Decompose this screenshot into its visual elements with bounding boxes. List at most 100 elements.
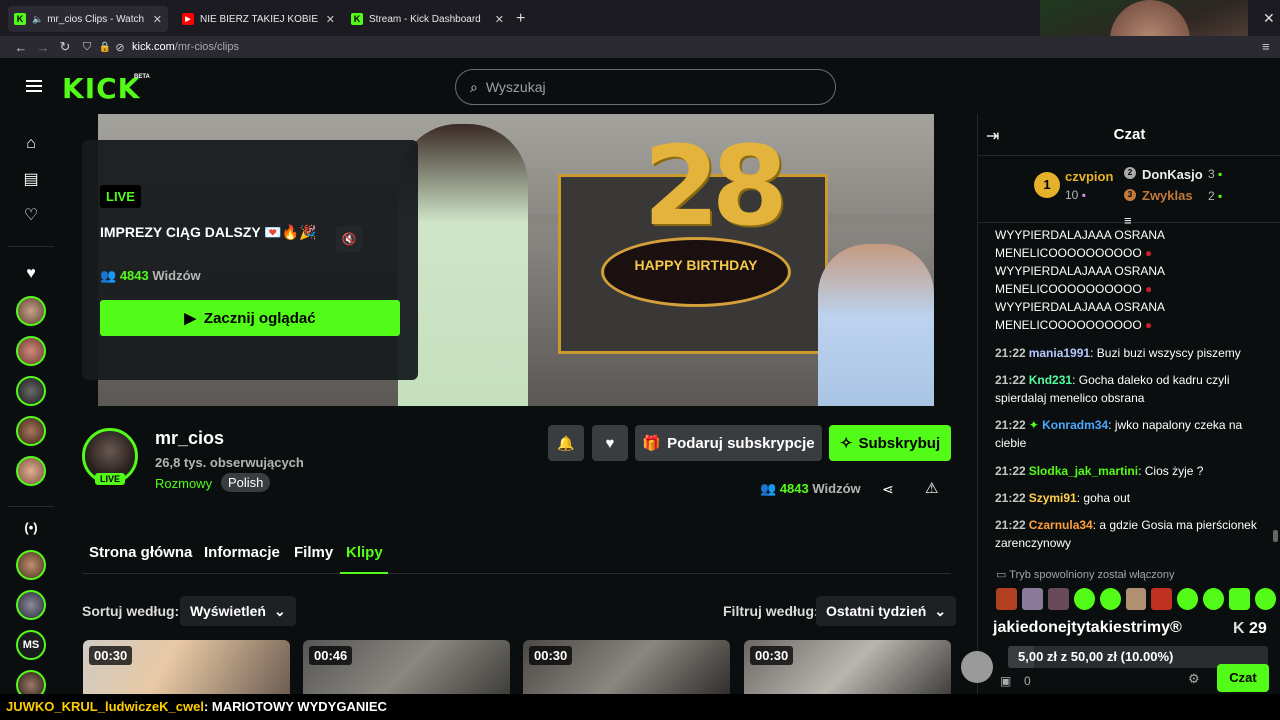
emote-icon[interactable]	[1099, 588, 1121, 610]
followed-channel-avatar[interactable]	[16, 456, 46, 486]
kick-favicon-icon: K	[14, 13, 26, 25]
emote-icon[interactable]	[1151, 588, 1173, 610]
recommended-channel-avatar[interactable]	[16, 550, 46, 580]
chat-line: WYYPIERDALAJAAA OSRANA	[995, 264, 1166, 278]
mute-icon[interactable]: 🔇	[336, 226, 362, 252]
browser-tab-youtube[interactable]: ▶ NIE BIERZ TAKIEJ KOBIETY - YouTube ✕	[176, 6, 341, 32]
top-gifter-name[interactable]: czvpion	[1065, 169, 1113, 184]
new-tab-button[interactable]: +	[516, 10, 525, 28]
emote-icon[interactable]	[1255, 588, 1276, 610]
tab-clips[interactable]: Klipy	[346, 544, 383, 561]
divider	[978, 155, 1280, 156]
followers-count: 26,8 tys. obserwujących	[155, 455, 304, 470]
clip-card[interactable]: 00:46	[303, 640, 510, 700]
chat-scrollbar[interactable]	[1273, 530, 1278, 542]
hamburger-menu-icon[interactable]	[26, 80, 42, 92]
viewers-icon: 👥	[100, 268, 117, 283]
emote-icon[interactable]	[1073, 588, 1095, 610]
filter-label: Filtruj według:	[723, 603, 819, 619]
followed-channel-avatar[interactable]	[16, 336, 46, 366]
followed-channel-avatar[interactable]	[16, 296, 46, 326]
browser-tab-dashboard[interactable]: K Stream - Kick Dashboard ✕	[345, 6, 510, 32]
emote-icon[interactable]	[1047, 588, 1069, 610]
tab-info[interactable]: Informacje	[204, 544, 280, 561]
gift-icon: 🎁	[642, 435, 662, 452]
forward-icon[interactable]: →	[32, 40, 54, 55]
browser-tab-clips[interactable]: K 🔈 mr_cios Clips - Watch Live on Kick ✕	[8, 6, 168, 32]
filter-dropdown[interactable]: Ostatni tydzień ⌄	[816, 596, 957, 626]
chat-line: MENELICOOOOOOOOOO ●	[995, 246, 1153, 260]
close-tab-icon[interactable]: ✕	[153, 13, 162, 26]
report-icon[interactable]: ⚠	[925, 479, 938, 497]
tab-home[interactable]: Strona główna	[89, 544, 192, 561]
gift-icon: ▪	[1218, 167, 1223, 181]
home-icon[interactable]: ⌂	[19, 132, 43, 156]
message-user[interactable]: Szymi91	[1029, 491, 1077, 505]
chevron-down-icon: ⌄	[274, 602, 286, 619]
url-domain[interactable]: kick.com	[132, 41, 175, 53]
recommended-channel-avatar[interactable]: MS	[16, 630, 46, 660]
browse-icon[interactable]: ▤	[19, 168, 43, 192]
following-icon[interactable]: ♡	[19, 204, 43, 228]
tab-videos[interactable]: Filmy	[294, 544, 333, 561]
gift-subscription-button[interactable]: 🎁 Podaruj subskrypcje	[635, 425, 822, 461]
chevron-down-icon: ⌄	[934, 602, 947, 619]
chat-message: 21:22 Knd231: Gocha daleko od kadru czyli…	[995, 373, 1230, 405]
message-user[interactable]: Konradm34	[1042, 418, 1108, 432]
reload-icon[interactable]: ↻	[54, 39, 76, 55]
subscribe-button[interactable]: ✧ Subskrybuj	[829, 425, 951, 461]
kick-logo[interactable]: KICK	[62, 72, 140, 105]
chat-send-button[interactable]: Czat	[1217, 664, 1269, 692]
close-tab-icon[interactable]: ✕	[326, 13, 335, 26]
followed-channel-avatar[interactable]	[16, 416, 46, 446]
follow-button[interactable]: ♥	[592, 425, 628, 461]
tracking-off-icon: ⊘	[115, 41, 125, 54]
shield-icon[interactable]: ⛉	[76, 41, 98, 54]
emote-icon[interactable]	[1125, 588, 1147, 610]
settings-icon[interactable]: ⚙	[1188, 671, 1200, 687]
divider	[8, 506, 54, 507]
sort-dropdown[interactable]: Wyświetleń ⌄	[180, 596, 296, 626]
clip-duration: 00:30	[529, 646, 573, 665]
viewers-number: 4843	[779, 481, 809, 496]
message-user[interactable]: mania1991	[1029, 346, 1090, 360]
viewers-number: 4843	[119, 268, 149, 283]
chat-panel: ⇥ Czat 1 czvpion 10 ▪ 2 DonKasjo 3 ▪ 3 Z…	[961, 114, 1280, 704]
followed-channel-avatar[interactable]	[16, 376, 46, 406]
message-time: 21:22	[995, 518, 1026, 532]
stream-title: IMPREZY CIĄG DALSZY 💌🔥🎉	[100, 224, 317, 240]
clip-card[interactable]: 00:30	[744, 640, 951, 700]
message-user[interactable]: Knd231	[1029, 373, 1072, 387]
language-tag[interactable]: Polish	[221, 473, 271, 492]
third-gifter-name[interactable]: Zwyklas	[1142, 188, 1193, 203]
live-channels-icon: (•)	[24, 520, 38, 535]
recommended-channel-avatar[interactable]	[16, 590, 46, 620]
gift-subscription-label: Podaruj subskrypcje	[667, 434, 815, 452]
back-icon[interactable]: ←	[10, 40, 32, 55]
notification-bell-button[interactable]: 🔔	[548, 425, 584, 461]
message-user[interactable]: Slodka_jak_martini	[1029, 464, 1138, 478]
emote-icon[interactable]	[1021, 588, 1043, 610]
second-gifter-name[interactable]: DonKasjo	[1142, 167, 1203, 182]
emote-icon: ●	[1145, 246, 1153, 260]
category-link[interactable]: Rozmowy	[155, 476, 212, 491]
emote-icon[interactable]	[1203, 588, 1225, 610]
search-input[interactable]: ⌕ Wyszukaj	[455, 69, 836, 105]
clip-card[interactable]: 00:30	[83, 640, 290, 700]
emote-icon[interactable]	[996, 588, 1017, 610]
share-icon[interactable]: ⋖	[882, 481, 894, 498]
clip-card[interactable]: 00:30	[523, 640, 730, 700]
close-tab-icon[interactable]: ✕	[495, 13, 504, 26]
emote-icon[interactable]	[1229, 588, 1251, 610]
start-watching-button[interactable]: ▶ Zacznij oglądać	[100, 300, 400, 336]
menu-icon[interactable]: ≡	[1262, 39, 1270, 54]
emote-icon[interactable]	[1177, 588, 1199, 610]
channel-name[interactable]: mr_cios	[155, 428, 224, 449]
goal-title: jakiedonejtytakiestrimy®	[993, 619, 1182, 636]
channel-viewer-count: 👥 4843 Widzów	[760, 481, 861, 497]
gift-icon[interactable]: ▣	[1000, 674, 1011, 688]
message-user[interactable]: Czarnula34	[1029, 518, 1093, 532]
close-window-icon[interactable]: ✕	[1263, 10, 1275, 27]
url-path[interactable]: /mr-cios/clips	[175, 41, 239, 53]
chat-message: 21:22 mania1991: Buzi buzi wszyscy piszem…	[995, 346, 1241, 360]
